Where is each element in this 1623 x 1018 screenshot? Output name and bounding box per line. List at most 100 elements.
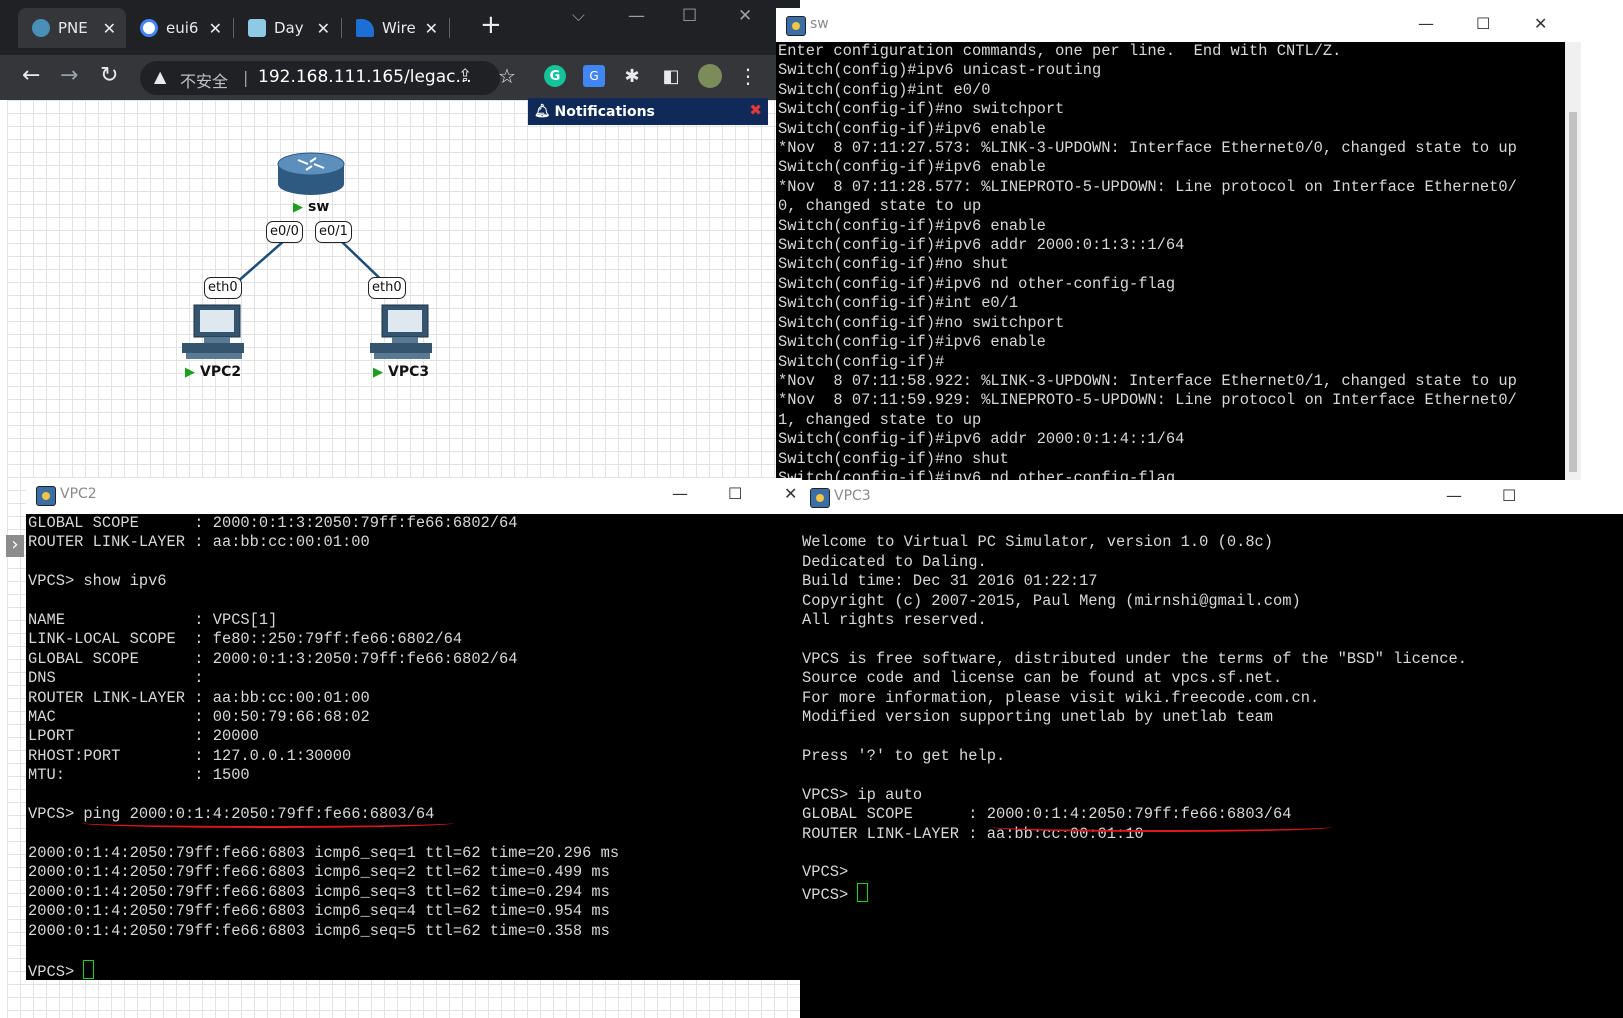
console-line: *Nov 8 07:11:59.929: %LINEPROTO-5-UPDOWN… — [778, 391, 1517, 410]
console-line: Switch(config-if)#no switchport — [778, 313, 1065, 332]
console-line: Switch(config-if)#ipv6 enable — [778, 333, 1046, 352]
window-title: sw — [810, 16, 829, 32]
interface-label: eth0 — [368, 277, 406, 299]
router-name: sw — [308, 199, 330, 215]
vpc3-console[interactable]: Welcome to Virtual PC Simulator, version… — [800, 514, 1623, 1018]
console-line: 2000:0:1:4:2050:79ff:fe66:6803 icmp6_seq… — [28, 921, 610, 940]
console-line: Switch(config-if)#no shut — [778, 255, 1009, 274]
router-icon[interactable] — [276, 150, 346, 198]
console-line: Switch(config-if)#no shut — [778, 449, 1009, 468]
putty-icon — [36, 486, 56, 506]
vpc2-label[interactable]: ▶ VPC2 — [185, 364, 241, 380]
console-prompt: VPCS> — [802, 885, 858, 904]
console-line: Enter configuration commands, one per li… — [778, 42, 1342, 60]
console-line: VPCS> ip auto — [802, 785, 923, 804]
console-line: ROUTER LINK-LAYER : aa:bb:cc:00:01:00 — [28, 533, 370, 552]
sw-console[interactable]: Enter configuration commands, one per li… — [776, 42, 1565, 480]
console-line: Switch(config-if)#ipv6 enable — [778, 158, 1046, 177]
host-name: VPC3 — [388, 364, 430, 380]
console-line: Switch(config-if)#ipv6 enable — [778, 216, 1046, 235]
console-line: Source code and license can be found at … — [802, 669, 1283, 688]
router-label[interactable]: ▶ sw — [293, 199, 329, 215]
sidebar-toggle-arrow-icon[interactable]: › — [6, 535, 24, 557]
console-line: 0, changed state to up — [778, 197, 982, 216]
console-line: Dedicated to Daling. — [802, 552, 987, 571]
interface-label: e0/0 — [266, 221, 303, 243]
text-cursor — [83, 960, 95, 980]
console-line: Switch(config-if)#ipv6 addr 2000:0:1:4::… — [778, 430, 1185, 449]
minimize-button[interactable]: — — [1418, 14, 1434, 33]
console-line: *Nov 8 07:11:27.573: %LINK-3-UPDOWN: Int… — [778, 139, 1517, 158]
running-status-icon: ▶ — [185, 364, 195, 380]
console-prompt: VPCS> — [28, 963, 84, 980]
console-line: Switch(config-if)# — [778, 352, 945, 371]
window-title: VPC3 — [834, 488, 871, 504]
maximize-button[interactable]: ☐ — [1502, 486, 1516, 505]
annotation-underline — [82, 818, 454, 828]
text-cursor — [857, 882, 869, 902]
console-line: Switch(config-if)#ipv6 nd other-config-f… — [778, 274, 1176, 293]
console-line: VPCS is free software, distributed under… — [802, 649, 1467, 668]
console-line: *Nov 8 07:11:28.577: %LINEPROTO-5-UPDOWN… — [778, 177, 1517, 196]
console-line: VPCS> show ipv6 — [28, 572, 167, 591]
putty-icon — [810, 488, 830, 508]
close-button[interactable]: ✕ — [784, 484, 797, 503]
console-line: Switch(config-if)#no switchport — [778, 100, 1065, 119]
console-line: 1, changed state to up — [778, 410, 982, 429]
console-line: RHOST:PORT : 127.0.0.1:30000 — [28, 746, 352, 765]
console-line: MTU: : 1500 — [28, 766, 250, 785]
console-line: DNS : — [28, 669, 204, 688]
console-line: GLOBAL SCOPE : 2000:0:1:4:2050:79ff:fe66… — [802, 805, 1292, 824]
console-line: 2000:0:1:4:2050:79ff:fe66:6803 icmp6_seq… — [28, 882, 610, 901]
vpc2-computer-icon[interactable] — [180, 303, 246, 361]
console-output: Welcome to Virtual PC Simulator, version… — [800, 514, 1623, 905]
interface-label: eth0 — [204, 277, 242, 299]
putty-icon — [786, 16, 806, 36]
console-output: GLOBAL SCOPE : 2000:0:1:3:2050:79ff:fe66… — [26, 514, 802, 980]
close-button[interactable]: ✕ — [1534, 14, 1547, 33]
interface-label: e0/1 — [315, 221, 352, 243]
vpc2-console[interactable]: GLOBAL SCOPE : 2000:0:1:3:2050:79ff:fe66… — [26, 514, 802, 980]
vpc3-title-bar[interactable]: VPC3 — ☐ — [800, 480, 1623, 514]
running-status-icon: ▶ — [373, 364, 383, 380]
console-output: Enter configuration commands, one per li… — [776, 42, 1565, 480]
console-line: NAME : VPCS[1] — [28, 611, 278, 630]
window-title: VPC2 — [60, 486, 97, 502]
console-line: Welcome to Virtual PC Simulator, version… — [802, 533, 1274, 552]
console-line: VPCS> — [802, 863, 849, 882]
console-line: Switch(config-if)#ipv6 enable — [778, 119, 1046, 138]
console-line: For more information, please visit wiki.… — [802, 688, 1320, 707]
sw-title-bar[interactable]: sw — ☐ ✕ — [776, 8, 1623, 42]
console-line: ROUTER LINK-LAYER : aa:bb:cc:00:01:00 — [28, 688, 370, 707]
console-line: GLOBAL SCOPE : 2000:0:1:3:2050:79ff:fe66… — [28, 514, 518, 532]
vpc3-label[interactable]: ▶ VPC3 — [373, 364, 429, 380]
console-line: LPORT : 20000 — [28, 727, 259, 746]
sw-terminal-window[interactable]: sw — ☐ ✕ Enter configuration commands, o… — [776, 8, 1623, 480]
console-line: Switch(config)#int e0/0 — [778, 80, 991, 99]
console-line: MAC : 00:50:79:66:68:02 — [28, 708, 370, 727]
vpc2-terminal-window[interactable]: VPC2 — ☐ ✕ GLOBAL SCOPE : 2000:0:1:3:205… — [26, 478, 802, 980]
minimize-button[interactable]: — — [672, 484, 688, 503]
host-name: VPC2 — [200, 364, 242, 380]
minimize-button[interactable]: — — [1446, 486, 1462, 505]
annotation-underline — [990, 822, 1332, 832]
console-line: All rights reserved. — [802, 611, 987, 630]
vpc2-title-bar[interactable]: VPC2 — ☐ ✕ — [26, 478, 802, 512]
maximize-button[interactable]: ☐ — [728, 484, 742, 503]
console-line: Build time: Dec 31 2016 01:22:17 — [802, 572, 1098, 591]
console-line: 2000:0:1:4:2050:79ff:fe66:6803 icmp6_seq… — [28, 902, 610, 921]
console-line: Modified version supporting unetlab by u… — [802, 708, 1274, 727]
console-line: Switch(config)#ipv6 unicast-routing — [778, 61, 1102, 80]
scrollbar-thumb[interactable] — [1569, 112, 1577, 472]
vpc3-terminal-window[interactable]: VPC3 — ☐ Welcome to Virtual PC Simulator… — [800, 480, 1623, 1018]
console-line: Switch(config-if)#ipv6 nd other-config-f… — [778, 468, 1176, 480]
running-status-icon: ▶ — [293, 199, 303, 215]
console-line: *Nov 8 07:11:58.922: %LINK-3-UPDOWN: Int… — [778, 371, 1517, 390]
console-line: 2000:0:1:4:2050:79ff:fe66:6803 icmp6_seq… — [28, 843, 620, 862]
scrollbar[interactable] — [1565, 42, 1581, 480]
console-line: LINK-LOCAL SCOPE : fe80::250:79ff:fe66:6… — [28, 630, 463, 649]
console-line: Switch(config-if)#ipv6 addr 2000:0:1:3::… — [778, 236, 1185, 255]
console-line: 2000:0:1:4:2050:79ff:fe66:6803 icmp6_seq… — [28, 863, 610, 882]
vpc3-computer-icon[interactable] — [368, 303, 434, 361]
maximize-button[interactable]: ☐ — [1476, 14, 1490, 33]
